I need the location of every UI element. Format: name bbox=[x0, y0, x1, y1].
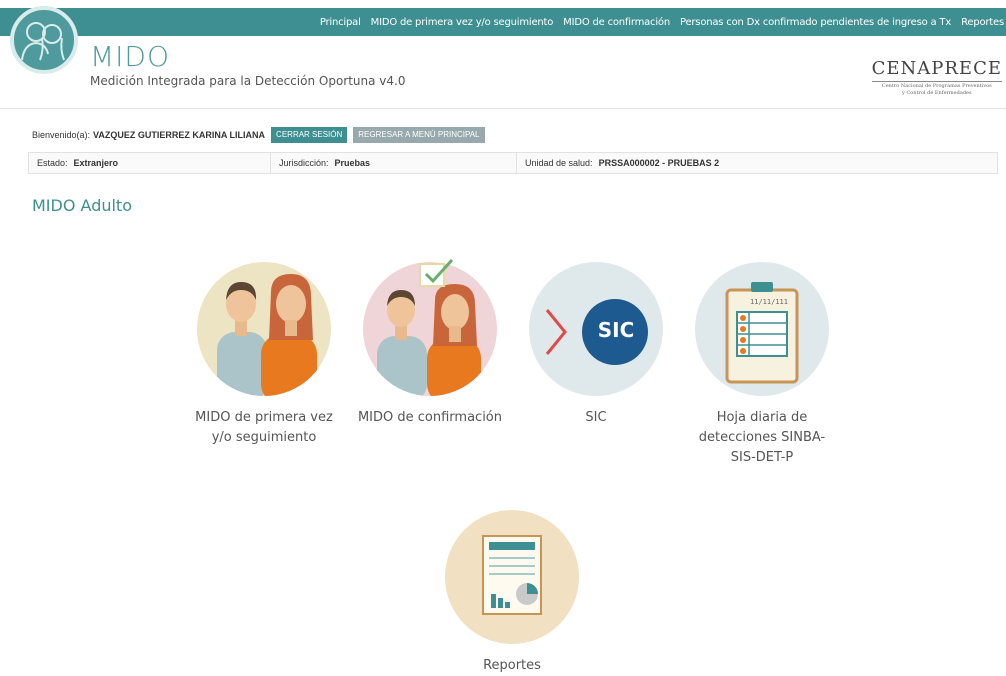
nav-item-confirmacion[interactable]: MIDO de confirmación bbox=[563, 17, 670, 28]
top-navbar: Principal MIDO de primera vez y/o seguim… bbox=[0, 8, 1006, 36]
user-name: VAZQUEZ GUTIERREZ KARINA LILIANA bbox=[93, 130, 266, 140]
people-check-icon bbox=[363, 258, 497, 404]
header-divider bbox=[0, 108, 1006, 109]
check-icon bbox=[419, 258, 454, 287]
app-title: MIDO bbox=[90, 40, 171, 73]
unidad-label: Unidad de salud: bbox=[525, 158, 593, 168]
nav-item-pendientes[interactable]: Personas con Dx confirmado pendientes de… bbox=[680, 17, 951, 28]
org-name: CENAPRECE bbox=[871, 58, 1002, 79]
tile-confirmacion-label: MIDO de confirmación bbox=[357, 410, 503, 425]
estado-cell: Estado: Extranjero bbox=[29, 153, 271, 173]
clipboard-date-text: 11/11/111 bbox=[750, 298, 788, 306]
tile-mido-confirmacion[interactable]: MIDO de confirmación bbox=[354, 258, 506, 428]
jurisdiccion-label: Jurisdicción: bbox=[279, 158, 329, 168]
nav-item-reportes[interactable]: Reportes bbox=[961, 17, 1004, 28]
context-info-bar: Estado: Extranjero Jurisdicción: Pruebas U… bbox=[28, 152, 998, 174]
sic-icon: SIC bbox=[529, 262, 663, 396]
jurisdiccion-value: Pruebas bbox=[334, 158, 371, 168]
back-to-menu-button[interactable]: REGRESAR A MENÚ PRINCIPAL bbox=[353, 127, 485, 143]
welcome-bar: Bienvenido(a): VAZQUEZ GUTIERREZ KARINA … bbox=[32, 126, 485, 144]
nav-item-primera-vez[interactable]: MIDO de primera vez y/o seguimiento bbox=[371, 17, 554, 28]
tile-hoja-diaria[interactable]: 11/11/111 Hoja diaria de detecciones SIN… bbox=[686, 262, 838, 468]
estado-value: Extranjero bbox=[73, 158, 119, 168]
tile-reportes[interactable]: Reportes bbox=[436, 510, 588, 676]
tile-primera-label-2: y/o seguimiento bbox=[211, 430, 317, 445]
estado-label: Estado: bbox=[37, 158, 68, 168]
people-icon bbox=[197, 262, 331, 396]
clipboard-icon: 11/11/111 bbox=[695, 262, 829, 396]
unidad-value: PRSSA000002 - PRUEBAS 2 bbox=[598, 158, 720, 168]
top-nav: Principal MIDO de primera vez y/o seguim… bbox=[320, 8, 1006, 36]
welcome-label: Bienvenido(a): bbox=[32, 130, 91, 140]
report-chart-icon bbox=[445, 510, 579, 644]
cenaprece-logo: CENAPRECE Centro Nacional de Programas P… bbox=[871, 58, 1002, 96]
mido-logo-icon[interactable] bbox=[10, 6, 78, 74]
tile-sic-label: SIC bbox=[585, 410, 607, 425]
sic-logo-text: SIC bbox=[597, 318, 635, 342]
section-title: MIDO Adulto bbox=[32, 196, 132, 215]
tile-hoja-label-1: Hoja diaria de bbox=[716, 410, 808, 425]
tile-sic[interactable]: SIC SIC bbox=[520, 262, 672, 428]
org-sub-2: y Control de Enfermedades bbox=[902, 90, 972, 96]
tile-hoja-label-2: detecciones SINBA- bbox=[698, 430, 826, 445]
org-sub-1: Centro Nacional de Programas Preventivos bbox=[881, 83, 992, 89]
tile-primera-label-1: MIDO de primera vez bbox=[195, 410, 333, 425]
tile-hoja-label-3: SIS-DET-P bbox=[730, 450, 794, 465]
nav-item-principal[interactable]: Principal bbox=[320, 17, 361, 28]
jurisdiccion-cell: Jurisdicción: Pruebas bbox=[271, 153, 517, 173]
tile-reportes-label: Reportes bbox=[483, 658, 541, 673]
tile-mido-primera-vez[interactable]: MIDO de primera vez y/o seguimiento bbox=[188, 262, 340, 448]
logout-button[interactable]: CERRAR SESIÓN bbox=[271, 127, 348, 143]
unidad-cell: Unidad de salud: PRSSA000002 - PRUEBAS 2 bbox=[517, 153, 997, 173]
app-subtitle: Medición Integrada para la Detección Opo… bbox=[90, 74, 406, 88]
